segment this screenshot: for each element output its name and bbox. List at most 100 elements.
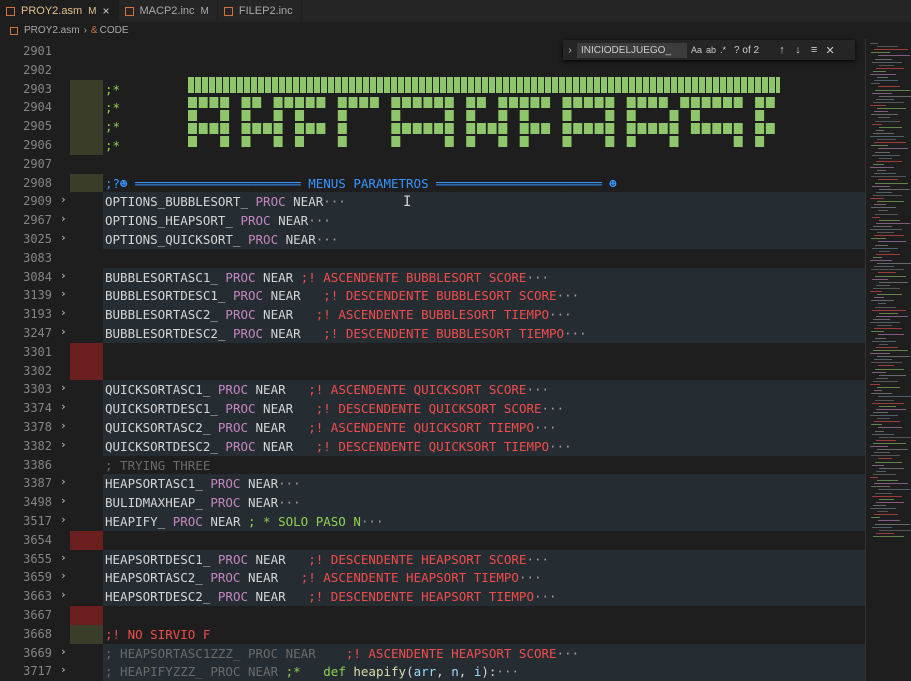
code-line[interactable]: 2906 ;*	[0, 136, 865, 155]
token: ···	[518, 570, 542, 586]
gutter: 3668	[0, 625, 70, 644]
code-line[interactable]: 2903 ;*	[0, 79, 865, 99]
code-editor[interactable]: 2901 2902 2903 ;* 2904 ;* 2905 ;* 2906 ;* 2907 2908…	[0, 39, 865, 681]
tab-1[interactable]: MACP2.inc M	[119, 0, 218, 22]
code-line[interactable]: 2967 › OPTIONS_HEAPSORT_ PROC NEAR···	[0, 211, 865, 230]
minimap-line	[879, 374, 906, 376]
find-in-selection-icon[interactable]: ≡	[806, 44, 822, 56]
fold-chevron-icon[interactable]: ›	[60, 438, 67, 451]
file-icon	[223, 6, 233, 16]
code-line[interactable]: 3302	[0, 361, 865, 381]
match-case-button[interactable]: Aa	[691, 45, 702, 55]
token: QUICKSORTASC2_	[105, 420, 218, 435]
code-line[interactable]: 3659 › HEAPSORTASC2_ PROC NEAR ;! ASCENDEN…	[0, 568, 865, 588]
tab-label: MACP2.inc	[139, 5, 195, 17]
fold-chevron-icon[interactable]: ›	[60, 269, 67, 282]
fold-chevron-icon[interactable]: ›	[60, 193, 67, 206]
code-line[interactable]: 3667	[0, 606, 865, 625]
regex-icon[interactable]: .*	[720, 45, 726, 55]
fold-chevron-icon[interactable]: ›	[60, 475, 67, 488]
close-tab-icon[interactable]: ×	[102, 4, 109, 18]
minimap-line	[879, 529, 911, 531]
whole-word-button[interactable]: ab	[706, 45, 716, 55]
line-number: 3668	[23, 626, 52, 641]
code-line[interactable]: 2905 ;*	[0, 117, 865, 136]
breadcrumb-file[interactable]: PROY2.asm	[24, 25, 80, 36]
close-icon[interactable]: ✕	[822, 44, 838, 57]
minimap-line	[874, 452, 890, 454]
fold-chevron-icon[interactable]: ›	[60, 551, 67, 564]
code-line[interactable]: 3654	[0, 530, 865, 550]
minimap-line	[877, 263, 911, 265]
code-line[interactable]: 3084 › BUBBLESORTASC1_ PROC NEAR ;! ASCEND…	[0, 267, 865, 287]
code-text: BUBBLESORTASC1_ PROC NEAR ;! ASCENDENTE …	[105, 270, 549, 285]
minimap-line	[878, 489, 910, 491]
gutter: 2906	[0, 136, 70, 155]
chevron-right-icon: ›	[83, 25, 87, 36]
fold-chevron-icon[interactable]: ›	[60, 306, 67, 319]
code-line[interactable]: 3247 › BUBBLESORTDESC2_ PROC NEAR ;! DESCE…	[0, 324, 865, 343]
token: def	[323, 664, 354, 680]
fold-chevron-icon[interactable]: ›	[60, 513, 67, 526]
fold-chevron-icon[interactable]: ›	[60, 645, 67, 658]
fold-chevron-icon[interactable]: ›	[60, 663, 67, 676]
code-line[interactable]: 3669 › ; HEAPSORTASC1ZZZ_ PROC NEAR ;! ASC…	[0, 643, 865, 663]
token: ···	[541, 401, 565, 417]
code-line[interactable]: 3374 › QUICKSORTDESC1_ PROC NEAR ;! DESCEN…	[0, 399, 865, 418]
code-line[interactable]: 3382 › QUICKSORTDESC2_ PROC NEAR ;! DESCEN…	[0, 436, 865, 456]
tab-0[interactable]: PROY2.asm M ×	[0, 0, 119, 22]
code-line[interactable]: 2908 ;?☻ ══════════════════════ MENUS PAR…	[0, 173, 865, 193]
fold-chevron-icon[interactable]: ›	[60, 569, 67, 582]
code-line[interactable]: 2904 ;*	[0, 98, 865, 118]
fold-chevron-icon[interactable]: ›	[60, 325, 67, 338]
code-text: ; HEAPSORTASC1ZZZ_ PROC NEAR ;! ASCENDEN…	[105, 646, 579, 661]
code-line[interactable]: 3303 › QUICKSORTASC1_ PROC NEAR ;! ASCENDE…	[0, 380, 865, 400]
code-line[interactable]: 3655 › HEAPSORTDESC1_ PROC NEAR ;! DESCEND…	[0, 549, 865, 569]
fold-chevron-icon[interactable]: ›	[60, 381, 67, 394]
fold-chevron-icon[interactable]: ›	[60, 212, 67, 225]
line-highlight	[70, 606, 103, 625]
code-line[interactable]: 3025 › OPTIONS_QUICKSORT_ PROC NEAR···	[0, 230, 865, 249]
toggle-replace-icon[interactable]: ›	[563, 45, 577, 56]
fold-chevron-icon[interactable]: ›	[60, 419, 67, 432]
minimap-line	[875, 58, 892, 60]
minimap-line	[879, 219, 900, 221]
code-line[interactable]: 3193 › BUBBLESORTASC2_ PROC NEAR ;! ASCEND…	[0, 305, 865, 324]
code-line[interactable]: 3668 ;! NO SIRVIO F	[0, 624, 865, 644]
code-line[interactable]: 3717 › ; HEAPIFYZZZ_ PROC NEAR ;* def heap…	[0, 662, 865, 681]
code-line[interactable]: 3378 › QUICKSORTASC2_ PROC NEAR ;! ASCENDE…	[0, 418, 865, 437]
gutter: 3193 ›	[0, 305, 70, 324]
find-input[interactable]: INICIODELJUEGO_	[577, 42, 687, 58]
fold-chevron-icon[interactable]: ›	[60, 494, 67, 507]
gutter: 2967 ›	[0, 211, 70, 230]
code-text: HEAPIFY_ PROC NEAR ; * SOLO PASO N···	[105, 514, 383, 529]
minimap[interactable]	[865, 39, 911, 681]
next-match-icon[interactable]: ↓	[790, 44, 806, 56]
code-line[interactable]: 3387 › HEAPSORTASC1_ PROC NEAR···	[0, 474, 865, 494]
file-icon	[124, 6, 134, 16]
code-line[interactable]: 2909 › OPTIONS_BUBBLESORT_ PROC NEAR···	[0, 192, 865, 212]
fold-chevron-icon[interactable]: ›	[60, 231, 67, 244]
token: PROC	[172, 514, 203, 529]
code-line[interactable]: 2902	[0, 61, 865, 80]
code-line[interactable]: 2907	[0, 155, 865, 174]
code-line[interactable]: 3139 › BUBBLESORTDESC1_ PROC NEAR ;! DESCE…	[0, 286, 865, 306]
tab-2[interactable]: FILEP2.inc	[218, 0, 302, 22]
minimap-line	[876, 222, 910, 224]
fold-chevron-icon[interactable]: ›	[60, 588, 67, 601]
minimap-line	[870, 167, 894, 168]
minimap-line	[877, 325, 892, 327]
code-text: ;*	[105, 119, 120, 134]
fold-chevron-icon[interactable]: ›	[60, 287, 67, 300]
line-number: 3498	[23, 495, 52, 510]
token: ══════════════════════ ☻	[428, 175, 617, 191]
code-line[interactable]: 3386 ; TRYING THREE	[0, 456, 865, 475]
code-line[interactable]: 3517 › HEAPIFY_ PROC NEAR ; * SOLO PASO N·…	[0, 512, 865, 531]
code-line[interactable]: 3301	[0, 342, 865, 362]
code-line[interactable]: 3663 › HEAPSORTDESC2_ PROC NEAR ;! DESCEND…	[0, 587, 865, 606]
previous-match-icon[interactable]: ↑	[774, 44, 790, 56]
fold-chevron-icon[interactable]: ›	[60, 400, 67, 413]
code-line[interactable]: 3498 › BULIDMAXHEAP_ PROC NEAR···	[0, 493, 865, 512]
code-line[interactable]: 3083	[0, 249, 865, 268]
breadcrumb-symbol[interactable]: CODE	[100, 25, 129, 36]
